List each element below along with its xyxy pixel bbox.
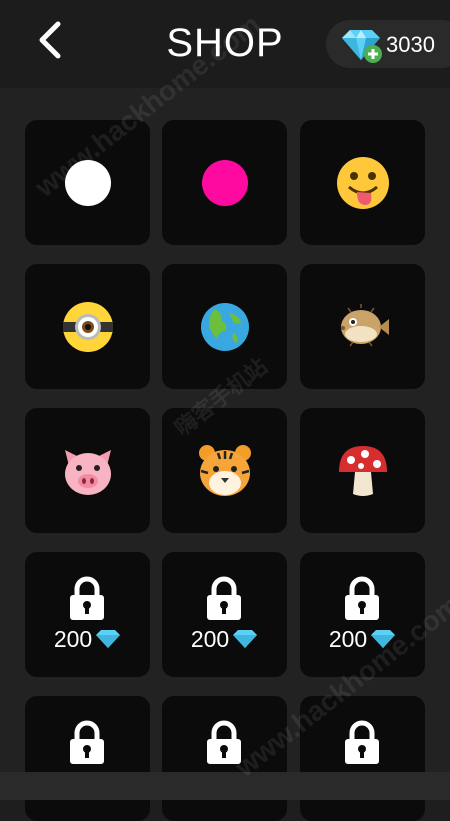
diamond-icon [233, 630, 258, 648]
lock-icon [70, 576, 104, 620]
lock-icon [207, 576, 241, 620]
lock-icon [207, 720, 241, 764]
shop-item-locked[interactable] [300, 696, 425, 821]
shop-item-pink-ball[interactable] [162, 120, 287, 245]
shop-item-locked[interactable]: 200 [25, 552, 150, 677]
bottom-bar [0, 772, 450, 800]
shop-item-white-ball[interactable] [25, 120, 150, 245]
shop-item-minion[interactable] [25, 264, 150, 389]
shop-item-locked[interactable]: 200 [162, 552, 287, 677]
minion-eye-icon [62, 301, 113, 352]
price-value: 200 [190, 626, 230, 652]
shop-item-tongue-face[interactable] [300, 120, 425, 245]
shop-item-blowfish[interactable] [300, 264, 425, 389]
price-value: 200 [53, 626, 93, 652]
header-bar: SHOP 3030 [0, 0, 450, 88]
shop-item-locked[interactable]: 200 [300, 552, 425, 677]
shop-item-mushroom[interactable] [300, 408, 425, 533]
earth-globe-icon [200, 302, 249, 351]
shop-item-tiger[interactable] [162, 408, 287, 533]
lock-icon [345, 576, 379, 620]
shop-item-locked[interactable] [25, 696, 150, 821]
tiger-face-icon [198, 444, 251, 496]
mushroom-icon [338, 445, 387, 496]
shop-item-locked[interactable] [162, 696, 287, 821]
tongue-face-emoji-icon [336, 156, 389, 209]
pink-circle-icon [201, 159, 248, 206]
diamond-icon [96, 630, 121, 648]
lock-icon [70, 720, 104, 764]
blowfish-icon [340, 303, 389, 346]
diamond-plus-icon [342, 30, 382, 63]
item-price: 200 [300, 626, 425, 652]
gem-balance-button[interactable]: 3030 [326, 20, 450, 68]
item-price: 200 [162, 626, 287, 652]
lock-icon [345, 720, 379, 764]
shop-item-pig[interactable] [25, 408, 150, 533]
item-price: 200 [25, 626, 150, 652]
price-value: 200 [328, 626, 368, 652]
pig-face-icon [64, 449, 111, 495]
gem-count: 3030 [386, 32, 435, 57]
shop-item-earth[interactable] [162, 264, 287, 389]
white-circle-icon [64, 159, 111, 206]
diamond-icon [371, 630, 396, 648]
